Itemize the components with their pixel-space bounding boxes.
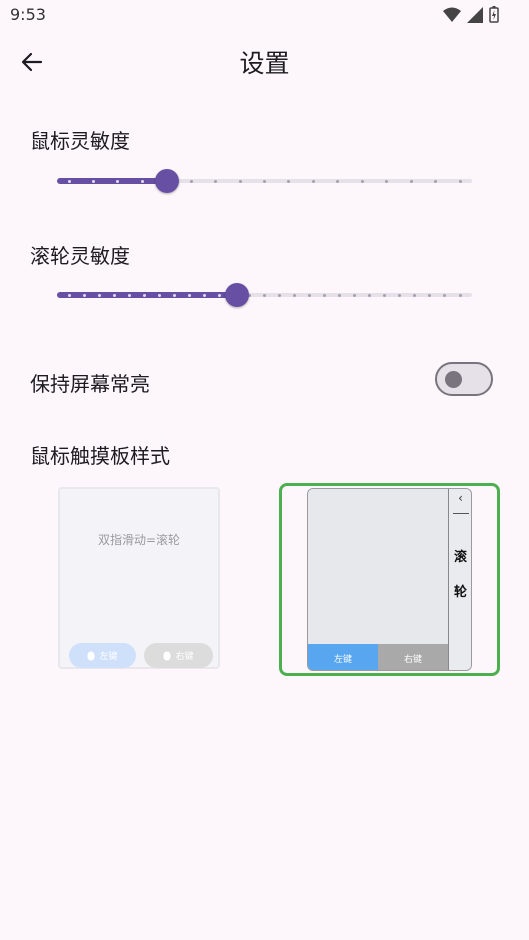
slider-tick [338,293,342,297]
slider-tick [434,179,438,183]
slider-tick [112,293,116,297]
slider-tick [385,179,389,183]
touchpad-style-option-two-finger[interactable]: 双指滑动=滚轮 左键 右键 [58,487,220,669]
slider-tick [263,293,266,297]
slider-tick [293,293,297,297]
slider-thumb[interactable] [225,283,250,307]
page-title: 设置 [239,49,290,78]
slider-active-track [57,178,167,184]
slider-tick [217,293,221,297]
scroll-sensitivity-label: 滚轮灵敏度 [30,244,130,268]
mouse-icon [163,651,171,660]
slider-tick [409,179,413,183]
app-bar: 设置 [0,30,529,92]
slider-tick [458,293,462,297]
preview-touch-area [308,489,448,644]
slider-tick [368,293,372,297]
battery-charging-icon [489,6,499,23]
slider-tick [383,293,387,297]
slider-tick [91,179,95,183]
preview-right-button: 右键 [144,643,213,668]
slider-tick [142,293,146,297]
chevron-left-icon: ‹ [458,491,463,505]
slider-tick [172,293,176,297]
preview-right-button-label: 右键 [175,652,194,662]
slider-tick [67,179,71,183]
slider-tick [308,293,312,297]
preview-left-button-label: 左键 [99,652,118,662]
scroll-sensitivity-slider[interactable] [57,280,472,310]
slider-tick [353,293,357,297]
wifi-icon [443,7,461,22]
slider-tick [140,179,144,183]
slider-tick [311,179,315,183]
status-bar: 9:53 [0,0,529,30]
slider-tick [189,179,193,183]
slider-tick [127,293,131,297]
wheel-label-1: 滚 [453,550,467,565]
slider-tick [360,179,364,183]
mouse-sensitivity-label: 鼠标灵敏度 [30,129,130,153]
slider-tick [82,293,86,297]
status-icons [443,6,499,23]
slider-tick [214,179,218,183]
preview-left-button: 左键 [308,644,378,670]
slider-tick [187,293,191,297]
slider-thumb[interactable] [154,169,179,193]
slider-tick [67,293,71,297]
preview-left-button: 左键 [69,643,136,668]
divider [453,513,469,514]
slider-tick [97,293,101,297]
slider-tick [278,293,282,297]
mouse-sensitivity-slider[interactable] [57,166,472,196]
touchpad-preview-wheel: ‹ 滚 轮 左键 右键 [307,488,472,671]
wheel-label-2: 轮 [453,585,467,600]
slider-tick [263,179,266,183]
slider-tick [458,179,462,183]
signal-icon [467,6,483,23]
mouse-icon [87,651,95,660]
keep-screen-on-label: 保持屏幕常亮 [30,372,150,396]
preview-scroll-wheel-strip: ‹ 滚 轮 [448,489,471,670]
status-time: 9:53 [10,5,46,24]
keep-screen-on-switch[interactable] [435,362,493,396]
slider-tick [238,179,242,183]
slider-tick [336,179,340,183]
two-finger-scroll-hint: 双指滑动=滚轮 [97,533,181,547]
touchpad-style-label: 鼠标触摸板样式 [30,444,170,468]
preview-right-button: 右键 [378,644,448,670]
slider-tick [157,293,161,297]
switch-knob [445,371,462,388]
slider-tick [323,293,327,297]
slider-tick [202,293,206,297]
